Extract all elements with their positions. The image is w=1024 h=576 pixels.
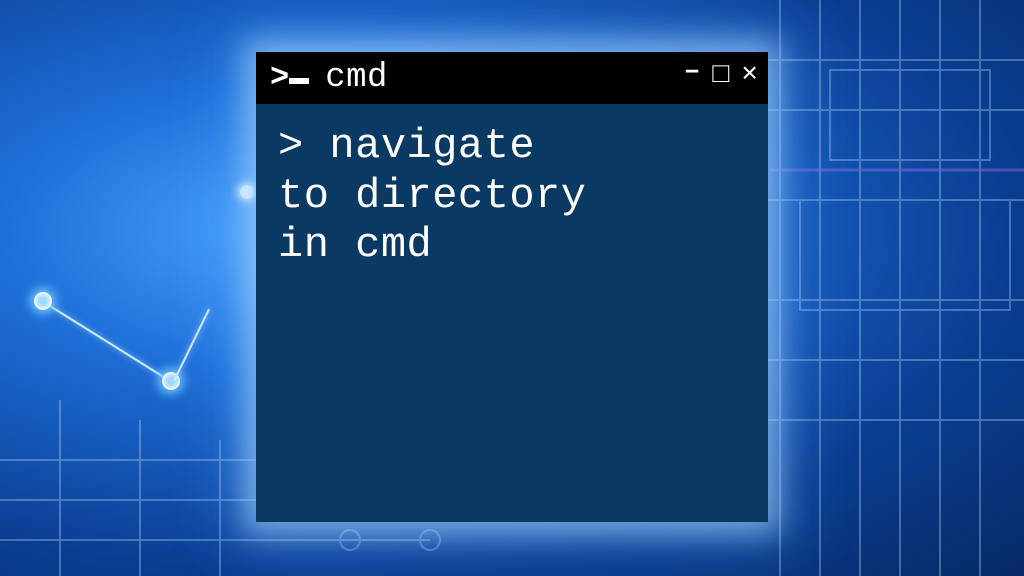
close-button[interactable]: × (741, 62, 758, 90)
window-controls: – □ × (684, 64, 758, 92)
terminal-body[interactable]: > navigate to directory in cmd (256, 104, 768, 522)
terminal-line: to directory (278, 172, 746, 222)
decorative-line (173, 309, 210, 382)
minimize-button[interactable]: – (684, 58, 701, 86)
decorative-line (41, 300, 169, 381)
terminal-line: > navigate (278, 122, 746, 172)
window-title: cmd (325, 59, 388, 97)
decorative-node (240, 185, 254, 199)
terminal-line: in cmd (278, 221, 746, 271)
titlebar[interactable]: > cmd – □ × (256, 52, 768, 104)
terminal-prompt-icon: > (270, 62, 309, 94)
maximize-button[interactable]: □ (712, 62, 729, 90)
terminal-window: > cmd – □ × > navigate to directory in c… (256, 52, 768, 522)
decorative-node (34, 292, 52, 310)
